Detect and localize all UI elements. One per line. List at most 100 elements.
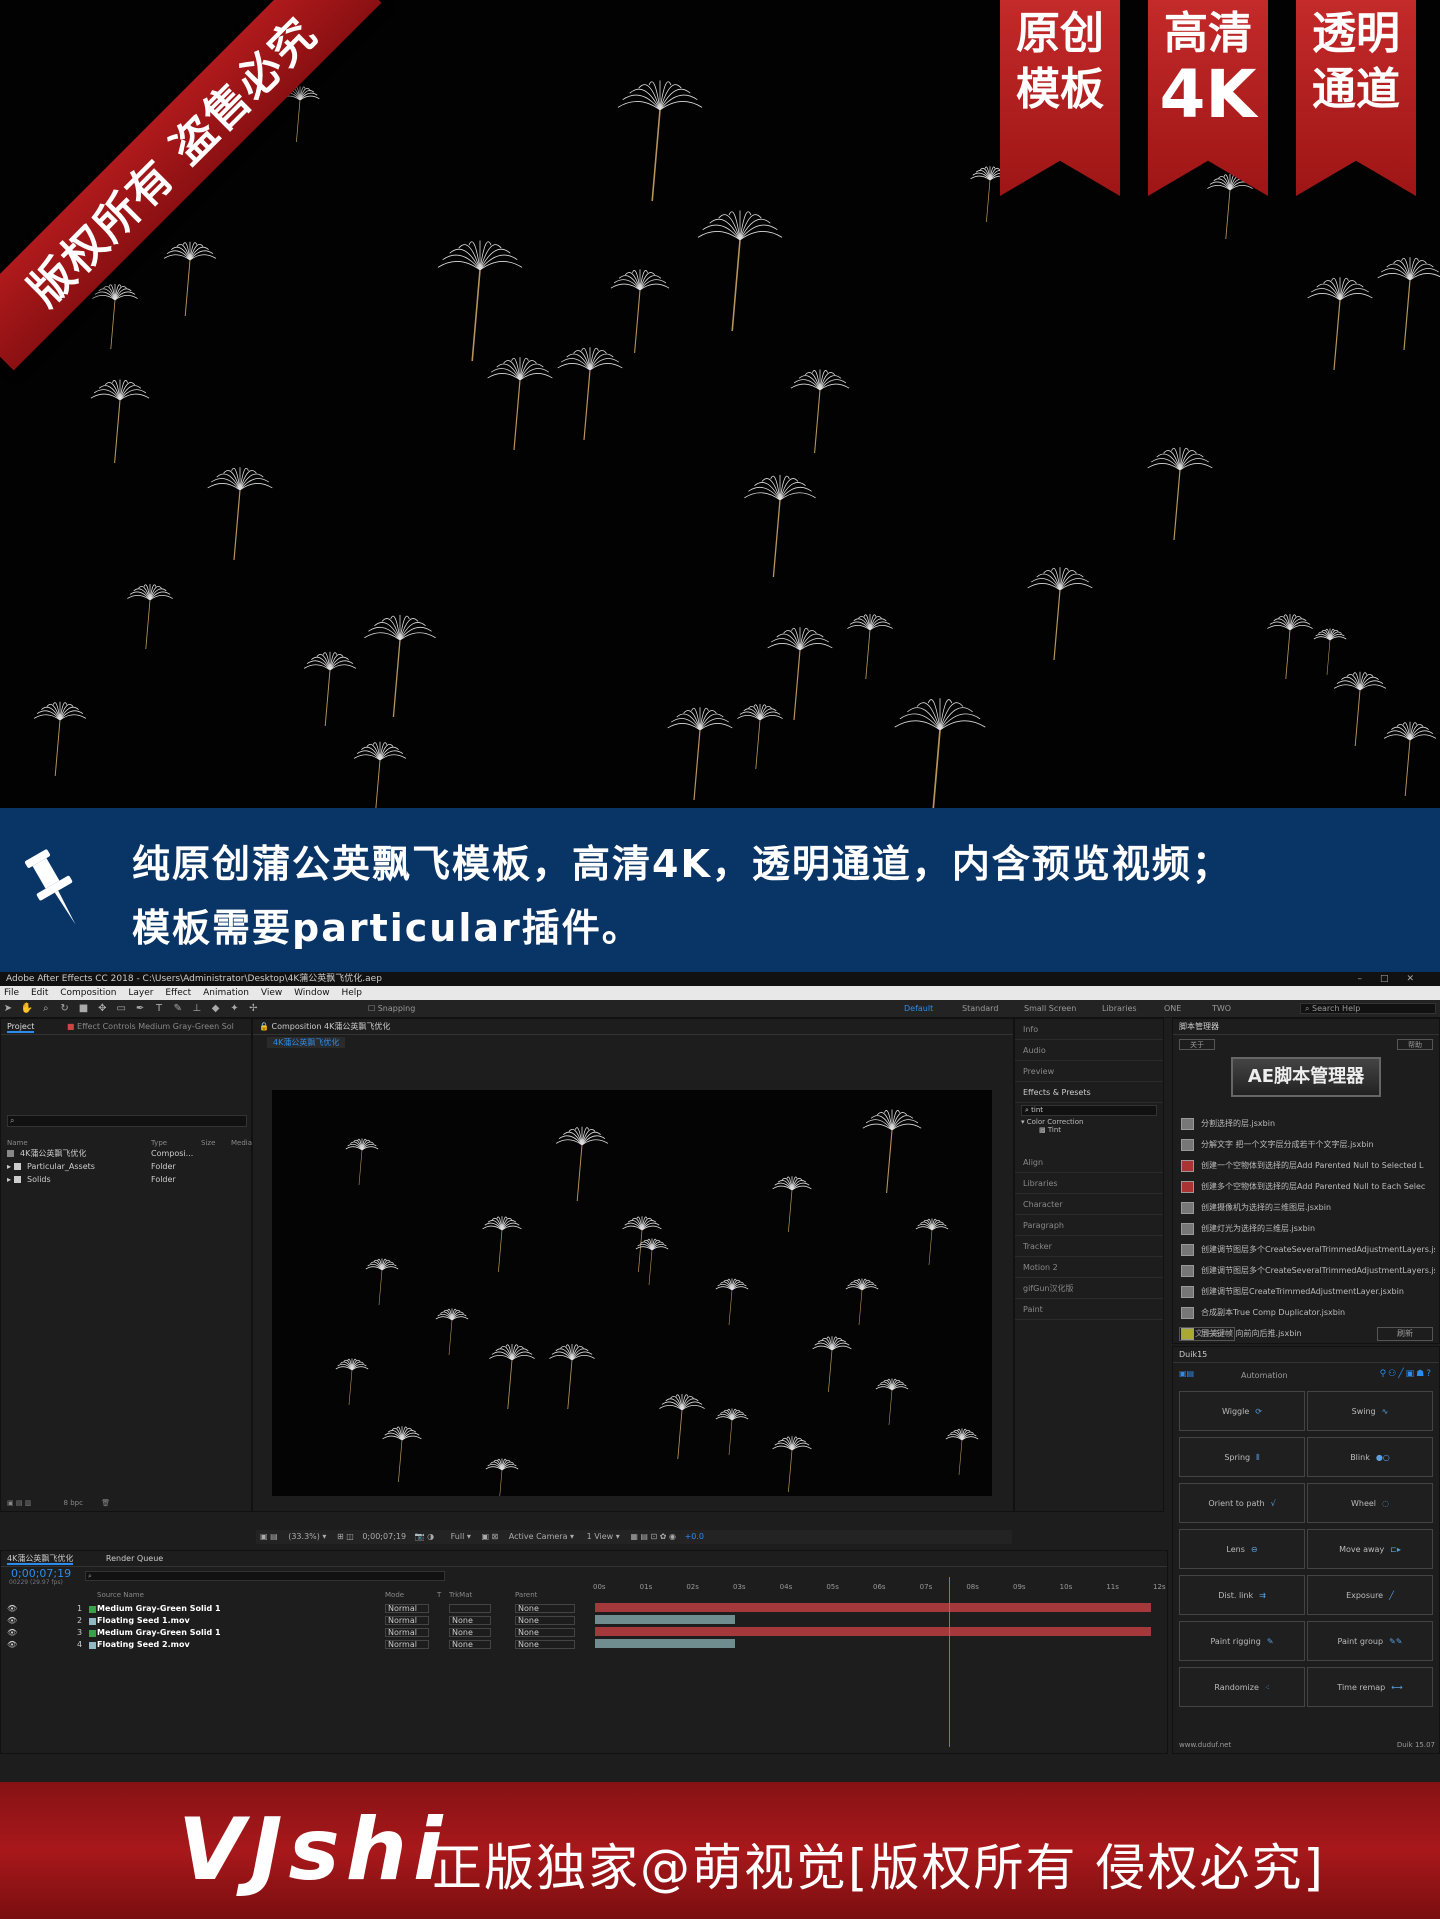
layer-mode-dropdown[interactable]: Normal [385, 1616, 429, 1625]
layer-duration-bar[interactable] [595, 1615, 735, 1624]
snapshot-icon[interactable]: 📷 ◑ [415, 1532, 434, 1541]
panel-preview[interactable]: Preview [1015, 1061, 1163, 1082]
layer-mode-dropdown[interactable]: Normal [385, 1628, 429, 1637]
search-help-input[interactable]: ⌕ Search Help [1300, 1003, 1436, 1014]
script-item[interactable]: 创建摄像机为选择的三维图层.jsxbin [1173, 1197, 1435, 1218]
exposure-value[interactable]: +0.0 [685, 1532, 704, 1541]
roto-tool-icon[interactable]: ✦ [229, 1003, 241, 1015]
col-t[interactable]: T [437, 1591, 441, 1599]
wiggle-button[interactable]: Wiggle ⟳ [1179, 1391, 1305, 1431]
col-trkmat[interactable]: TrkMat [449, 1591, 472, 1599]
project-search-input[interactable]: ⌕ [7, 1115, 247, 1127]
menu-edit[interactable]: Edit [31, 988, 48, 998]
menu-effect[interactable]: Effect [165, 988, 191, 998]
lock-icon[interactable]: 🔒 [259, 1022, 269, 1031]
refresh-button[interactable]: 刷新 [1377, 1327, 1433, 1341]
menu-help[interactable]: Help [341, 988, 362, 998]
grid-icon[interactable]: ⊞ ◫ [337, 1532, 354, 1541]
visibility-eye-icon[interactable]: 👁 [7, 1627, 17, 1639]
type-tool-icon[interactable]: T [153, 1003, 165, 1015]
bpc-label[interactable]: 8 bpc [64, 1499, 83, 1507]
exposure-button[interactable]: Exposure ╱ [1307, 1575, 1433, 1615]
lens-button[interactable]: Lens ⊖ [1179, 1529, 1305, 1569]
layer-duration-bar[interactable] [595, 1603, 1151, 1612]
paint-rigging-button[interactable]: Paint rigging ✎ [1179, 1621, 1305, 1661]
menu-window[interactable]: Window [294, 988, 330, 998]
col-parent[interactable]: Parent [515, 1591, 537, 1599]
rectangle-tool-icon[interactable]: ▭ [115, 1003, 127, 1015]
script-item[interactable]: 合成副本True Comp Duplicator.jsxbin [1173, 1302, 1435, 1323]
layer-name[interactable]: Medium Gray-Green Solid 1 [97, 1627, 221, 1639]
clone-tool-icon[interactable]: ⊥ [191, 1003, 203, 1015]
tab-render-queue[interactable]: Render Queue [106, 1554, 163, 1563]
layer-duration-bar[interactable] [595, 1627, 1151, 1636]
layer-color-swatch[interactable] [89, 1630, 96, 1637]
workspace-libraries[interactable]: Libraries [1102, 1004, 1137, 1013]
col-source-name[interactable]: Source Name [97, 1591, 144, 1599]
script-item[interactable]: 创建一个空物体到选择的层Add Parented Null to Selecte… [1173, 1155, 1435, 1176]
zoom-dropdown[interactable]: (33.3%) [288, 1532, 320, 1541]
swing-button[interactable]: Swing ∿ [1307, 1391, 1433, 1431]
wheel-button[interactable]: Wheel ◌ [1307, 1483, 1433, 1523]
col-mode[interactable]: Mode [385, 1591, 404, 1599]
paint-group-button[interactable]: Paint group ✎✎ [1307, 1621, 1433, 1661]
menu-view[interactable]: View [261, 988, 282, 998]
script-item[interactable]: 分割选择的层.jsxbin [1173, 1113, 1435, 1134]
effects-search-input[interactable]: ⌕ tint [1021, 1105, 1157, 1116]
comp-breadcrumb[interactable]: 4K蒲公英飘飞优化 [267, 1037, 346, 1048]
tab-composition[interactable]: Composition 4K蒲公英飘飞优化 [272, 1022, 391, 1031]
panel-effects-presets[interactable]: Effects & Presets [1015, 1082, 1163, 1103]
help-button[interactable]: 帮助 [1397, 1039, 1433, 1050]
effects-category[interactable]: ▾ Color Correction [1015, 1118, 1163, 1126]
panel-motion2[interactable]: Motion 2 [1015, 1257, 1163, 1278]
resolution-dropdown[interactable]: Full [451, 1532, 465, 1541]
layer-parent-dropdown[interactable]: None [515, 1616, 575, 1625]
script-manager-tab[interactable]: 脚本管理器 [1173, 1019, 1439, 1035]
layer-parent-dropdown[interactable]: None [515, 1604, 575, 1613]
views-dropdown[interactable]: 1 View [587, 1532, 614, 1541]
brush-tool-icon[interactable]: ✎ [172, 1003, 184, 1015]
layer-parent-dropdown[interactable]: None [515, 1640, 575, 1649]
script-item[interactable]: 创建灯光为选择的三维层.jsxbin [1173, 1218, 1435, 1239]
duik-mode-icons[interactable]: ▣▤ [1179, 1369, 1194, 1378]
panel-gifgun[interactable]: gifGun汉化版 [1015, 1278, 1163, 1299]
workspace-default[interactable]: Default [904, 1004, 933, 1013]
layer-trkmat-dropdown[interactable]: None [449, 1616, 491, 1625]
move-away-button[interactable]: Move away ⊏▸ [1307, 1529, 1433, 1569]
menu-animation[interactable]: Animation [203, 988, 249, 998]
tab-project[interactable]: Project [7, 1022, 35, 1033]
viewer-timecode[interactable]: 0;00;07;19 [362, 1532, 406, 1541]
visibility-eye-icon[interactable]: 👁 [7, 1639, 17, 1651]
script-item[interactable]: 创建调节图层CreateTrimmedAdjustmentLayer.jsxbi… [1173, 1281, 1435, 1302]
project-item[interactable]: ▸ Solids Folder [1, 1173, 251, 1186]
region-icon[interactable]: ▣ ⊠ [481, 1532, 498, 1541]
timeline-search-input[interactable]: ⌕ [85, 1571, 445, 1581]
pen-tool-icon[interactable]: ✒ [134, 1003, 146, 1015]
zoom-tool-icon[interactable]: ⌕ [40, 1003, 52, 1015]
workspace-two[interactable]: TWO [1212, 1004, 1231, 1013]
duik-tool-icons[interactable]: ⚲⚇╱▣☗? [1380, 1369, 1433, 1379]
layer-color-swatch[interactable] [89, 1606, 96, 1613]
layer-trkmat-dropdown[interactable]: None [449, 1628, 491, 1637]
duik-section-label[interactable]: Automation [1241, 1371, 1288, 1380]
hand-tool-icon[interactable]: ✋ [21, 1003, 33, 1015]
blink-button[interactable]: Blink ●○ [1307, 1437, 1433, 1477]
timeline-layer-row[interactable]: 👁 3 Medium Gray-Green Solid 1 Normal Non… [1, 1627, 591, 1639]
tab-effect-controls[interactable]: Effect Controls Medium Gray-Green Sol [77, 1022, 234, 1031]
trash-icon[interactable]: 🗑 [101, 1499, 110, 1507]
timeline-layer-row[interactable]: 👁 2 Floating Seed 1.mov Normal None None [1, 1615, 591, 1627]
spring-button[interactable]: Spring ⦀ [1179, 1437, 1305, 1477]
duik-site[interactable]: www.duduf.net [1179, 1741, 1231, 1749]
workspace-standard[interactable]: Standard [962, 1004, 998, 1013]
layer-mode-dropdown[interactable]: Normal [385, 1640, 429, 1649]
panel-info[interactable]: Info [1015, 1019, 1163, 1040]
col-name[interactable]: Name [7, 1139, 28, 1147]
time-ruler[interactable]: 00s 01s 02s 03s 04s 05s 06s 07s 08s 09s 10s 11s 12s [593, 1569, 1166, 1599]
panel-paint[interactable]: Paint [1015, 1299, 1163, 1320]
menu-file[interactable]: File [4, 988, 19, 998]
script-item[interactable]: 创建调节图层多个CreateSeveralTrimmedAdjustmentLa… [1173, 1260, 1435, 1281]
composition-viewer[interactable] [272, 1090, 992, 1496]
menu-layer[interactable]: Layer [128, 988, 153, 998]
panel-align[interactable]: Align [1015, 1152, 1163, 1173]
playhead[interactable] [949, 1577, 950, 1747]
